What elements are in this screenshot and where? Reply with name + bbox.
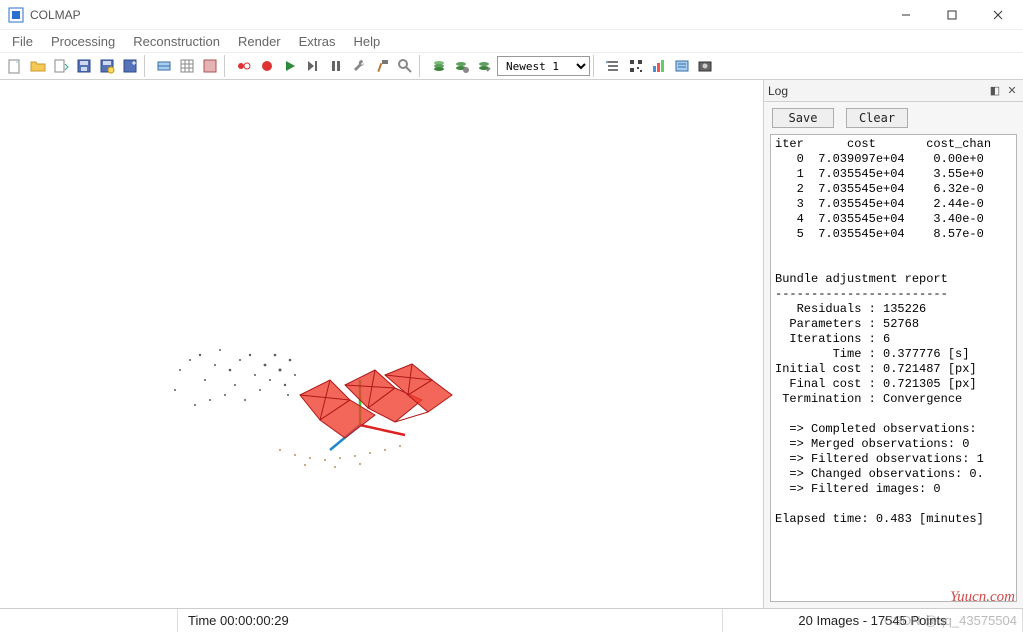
window-title: COLMAP: [30, 8, 883, 22]
log-textarea[interactable]: iter cost cost_chan 0 7.039097e+04 0.00e…: [770, 134, 1017, 602]
menu-processing[interactable]: Processing: [43, 32, 123, 51]
status-cell-empty: [0, 609, 178, 632]
toolbar-separator: [144, 55, 150, 77]
log-panel: Log ◧ ✕ Save Clear iter cost cost_chan 0…: [763, 80, 1023, 608]
pause-icon[interactable]: [325, 55, 347, 77]
search-icon[interactable]: [394, 55, 416, 77]
stop-icon[interactable]: [256, 55, 278, 77]
menu-bar: File Processing Reconstruction Render Ex…: [0, 30, 1023, 52]
watermark-author: CSDN @qq_43575504: [884, 613, 1017, 628]
undock-icon[interactable]: ◧: [988, 84, 1002, 98]
qr-icon[interactable]: [625, 55, 647, 77]
stack-settings-icon[interactable]: [451, 55, 473, 77]
log-title: Log: [768, 84, 788, 98]
screenshot-icon[interactable]: [694, 55, 716, 77]
save-log-button[interactable]: Save: [772, 108, 834, 128]
save-as-icon[interactable]: [96, 55, 118, 77]
close-log-icon[interactable]: ✕: [1005, 84, 1019, 98]
stack-wrench-icon[interactable]: [474, 55, 496, 77]
watermark-site: Yuucn.com: [950, 589, 1015, 606]
grid-icon[interactable]: [176, 55, 198, 77]
menu-reconstruction[interactable]: Reconstruction: [125, 32, 228, 51]
chart-icon[interactable]: [648, 55, 670, 77]
next-icon[interactable]: [302, 55, 324, 77]
save-icon[interactable]: [73, 55, 95, 77]
menu-render[interactable]: Render: [230, 32, 289, 51]
title-bar: COLMAP: [0, 0, 1023, 30]
status-bar: Time 00:00:00:29 20 Images - 17545 Point…: [0, 608, 1023, 632]
import-icon[interactable]: [50, 55, 72, 77]
viewport-3d[interactable]: [0, 80, 763, 608]
status-time: Time 00:00:00:29: [178, 609, 723, 632]
hammer-icon[interactable]: [371, 55, 393, 77]
play-icon[interactable]: [279, 55, 301, 77]
image-list-icon[interactable]: [153, 55, 175, 77]
maximize-button[interactable]: [929, 0, 975, 30]
reconstruction-viz: [160, 260, 480, 490]
new-project-icon[interactable]: [4, 55, 26, 77]
toolbar-separator: [593, 55, 599, 77]
export-icon[interactable]: [119, 55, 141, 77]
minimize-button[interactable]: [883, 0, 929, 30]
record-icon[interactable]: [233, 55, 255, 77]
menu-file[interactable]: File: [4, 32, 41, 51]
log-panel-icon[interactable]: [671, 55, 693, 77]
menu-help[interactable]: Help: [345, 32, 388, 51]
stack-green-icon[interactable]: [428, 55, 450, 77]
model-selector-combo[interactable]: Newest 1: [497, 56, 590, 76]
menu-extras[interactable]: Extras: [291, 32, 344, 51]
toolbar-separator: [419, 55, 425, 77]
match-matrix-icon[interactable]: [199, 55, 221, 77]
render-options-icon[interactable]: [602, 55, 624, 77]
open-folder-icon[interactable]: [27, 55, 49, 77]
clear-log-button[interactable]: Clear: [846, 108, 908, 128]
close-button[interactable]: [975, 0, 1021, 30]
toolbar: Newest 1: [0, 52, 1023, 80]
toolbar-separator: [224, 55, 230, 77]
wrench-icon[interactable]: [348, 55, 370, 77]
app-icon: [8, 7, 24, 23]
